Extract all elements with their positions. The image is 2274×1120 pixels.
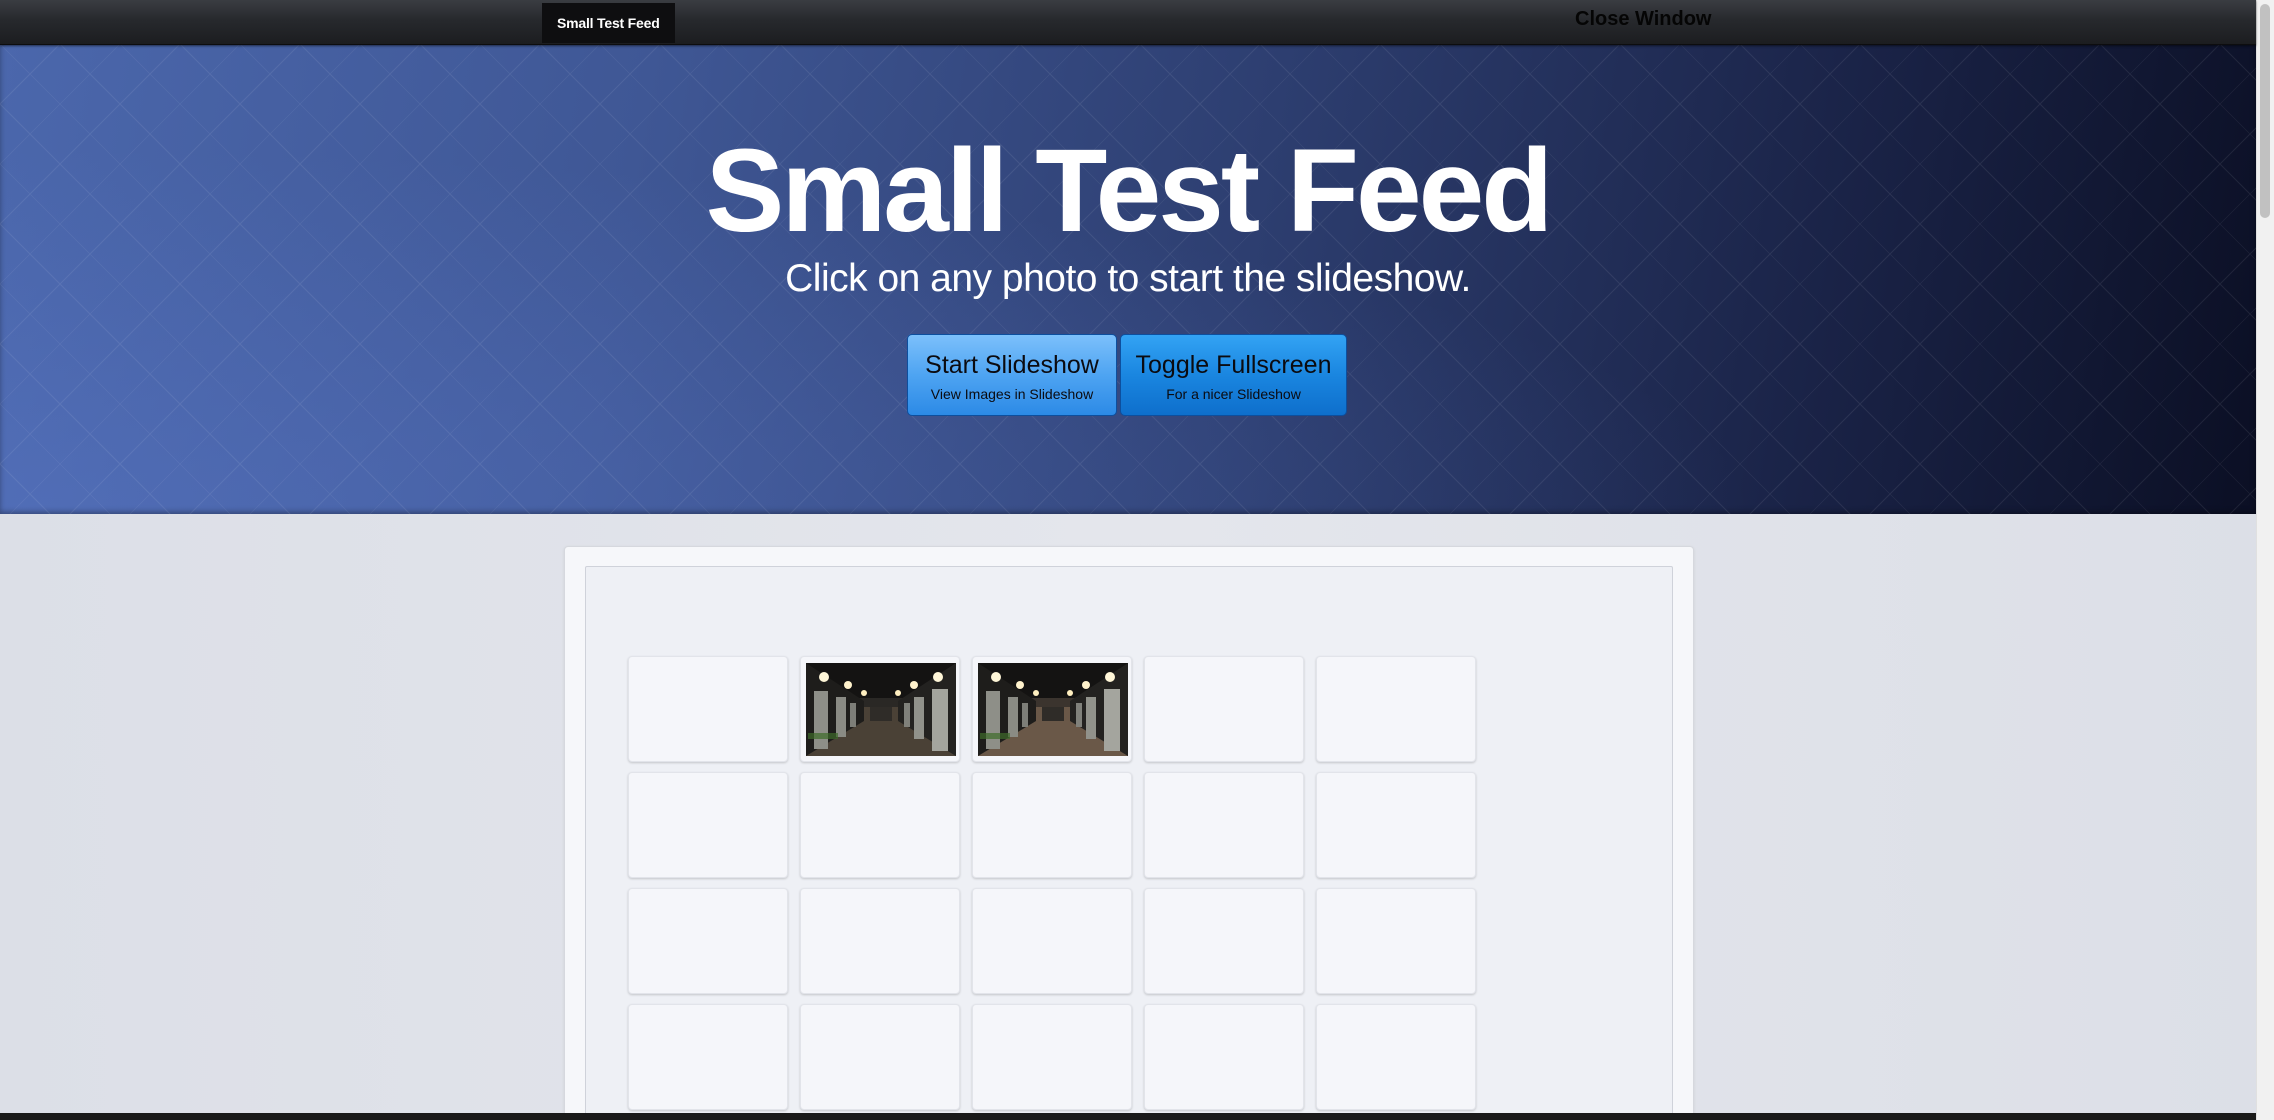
top-navbar: Small Test Feed Close Window <box>0 0 2256 45</box>
toggle-fullscreen-label: Toggle Fullscreen <box>1135 351 1332 379</box>
photo-thumbnail[interactable] <box>800 656 960 762</box>
photo-thumbnail[interactable] <box>628 656 788 762</box>
gallery-panel <box>585 566 1673 1120</box>
start-slideshow-button[interactable]: Start Slideshow View Images in Slideshow <box>907 334 1117 416</box>
corridor-photo <box>978 663 1128 756</box>
photo-thumbnail[interactable] <box>800 1004 960 1110</box>
photo-thumbnail[interactable] <box>1316 1004 1476 1110</box>
photo-thumbnail[interactable] <box>800 772 960 878</box>
photo-thumbnail[interactable] <box>1144 656 1304 762</box>
photo-thumbnail[interactable] <box>972 772 1132 878</box>
page-subtitle: Click on any photo to start the slidesho… <box>785 257 1471 300</box>
start-slideshow-sublabel: View Images in Slideshow <box>930 386 1094 402</box>
page: Small Test Feed Close Window Small Test … <box>0 0 2274 1120</box>
photo-thumbnail[interactable] <box>628 772 788 878</box>
corridor-photo <box>806 663 956 756</box>
hero-banner: Small Test Feed Click on any photo to st… <box>0 44 2256 514</box>
photo-thumbnail[interactable] <box>628 1004 788 1110</box>
page-title: Small Test Feed <box>705 125 1554 257</box>
toggle-fullscreen-button[interactable]: Toggle Fullscreen For a nicer Slideshow <box>1120 334 1347 416</box>
brand-link[interactable]: Small Test Feed <box>542 3 675 43</box>
photo-thumbnail[interactable] <box>1144 888 1304 994</box>
photo-thumbnail[interactable] <box>972 656 1132 762</box>
window-bottom-edge <box>0 1113 2256 1120</box>
vertical-scrollbar[interactable] <box>2256 0 2274 1120</box>
close-window-link[interactable]: Close Window <box>1575 4 1711 36</box>
photo-thumbnail[interactable] <box>1316 656 1476 762</box>
gallery-container <box>564 546 1694 1120</box>
toggle-fullscreen-sublabel: For a nicer Slideshow <box>1166 386 1301 402</box>
photo-thumbnail[interactable] <box>800 888 960 994</box>
scrollbar-thumb[interactable] <box>2260 4 2270 218</box>
photo-thumbnail[interactable] <box>1316 772 1476 878</box>
photo-thumbnail[interactable] <box>1316 888 1476 994</box>
photo-thumbnail[interactable] <box>1144 772 1304 878</box>
photo-thumbnail[interactable] <box>972 1004 1132 1110</box>
photo-thumbnail[interactable] <box>972 888 1132 994</box>
photo-thumbnail[interactable] <box>628 888 788 994</box>
photo-thumbnail[interactable] <box>1144 1004 1304 1110</box>
start-slideshow-label: Start Slideshow <box>925 351 1099 379</box>
